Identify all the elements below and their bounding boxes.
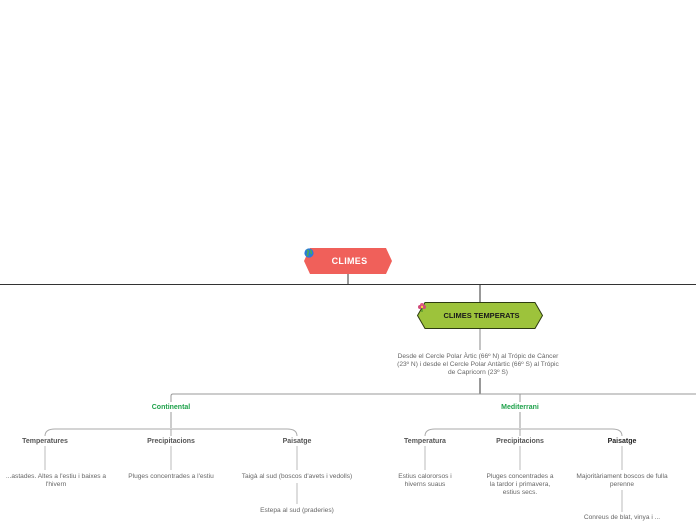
main-topic-climes-temperats[interactable]: CLIMES TEMPERATS bbox=[417, 302, 543, 329]
main-topic-description: Desde el Cercle Polar Àrtic (66º N) al T… bbox=[397, 353, 559, 376]
mediterrani-precipitacions-detail: Pluges concentrades a la tardor i primav… bbox=[486, 473, 554, 496]
continental-paisatge[interactable]: Paisatge bbox=[257, 438, 337, 445]
mediterrani-paisatge-detail: Majoritàriament boscos de fulla perenne bbox=[576, 473, 668, 488]
continental-topic[interactable]: Continental bbox=[131, 404, 211, 411]
continental-paisatge-detail: Taigà al sud (boscos d'avets i vedolls) bbox=[241, 473, 353, 480]
mediterrani-temperatura-detail: Estius calororsos i hiverns suaus bbox=[398, 473, 452, 488]
continental-temperatures[interactable]: Temperatures bbox=[5, 438, 85, 445]
continental-precipitacions-detail: Pluges concentrades a l'estiu bbox=[128, 473, 214, 480]
continental-precipitacions[interactable]: Precipitacions bbox=[121, 438, 221, 445]
mediterrani-topic[interactable]: Mediterrani bbox=[480, 404, 560, 411]
continental-paisatge-detail-2: Estepa al sud (praderies) bbox=[260, 507, 334, 514]
mediterrani-temperatura[interactable]: Temperatura bbox=[385, 438, 465, 445]
mediterrani-paisatge-detail-2: Conreus de blat, vinya i ... bbox=[583, 514, 661, 521]
continental-temperatures-detail: ...astades. Altes a l'estiu i baixes a l… bbox=[5, 473, 107, 488]
mediterrani-paisatge[interactable]: Paisatge bbox=[582, 438, 662, 445]
mediterrani-precipitacions[interactable]: Precipitacions bbox=[470, 438, 570, 445]
root-title: CLIMES bbox=[331, 256, 368, 266]
main-topic-title: CLIMES TEMPERATS bbox=[443, 311, 520, 320]
root-node-climes[interactable]: CLIMES bbox=[304, 248, 392, 274]
